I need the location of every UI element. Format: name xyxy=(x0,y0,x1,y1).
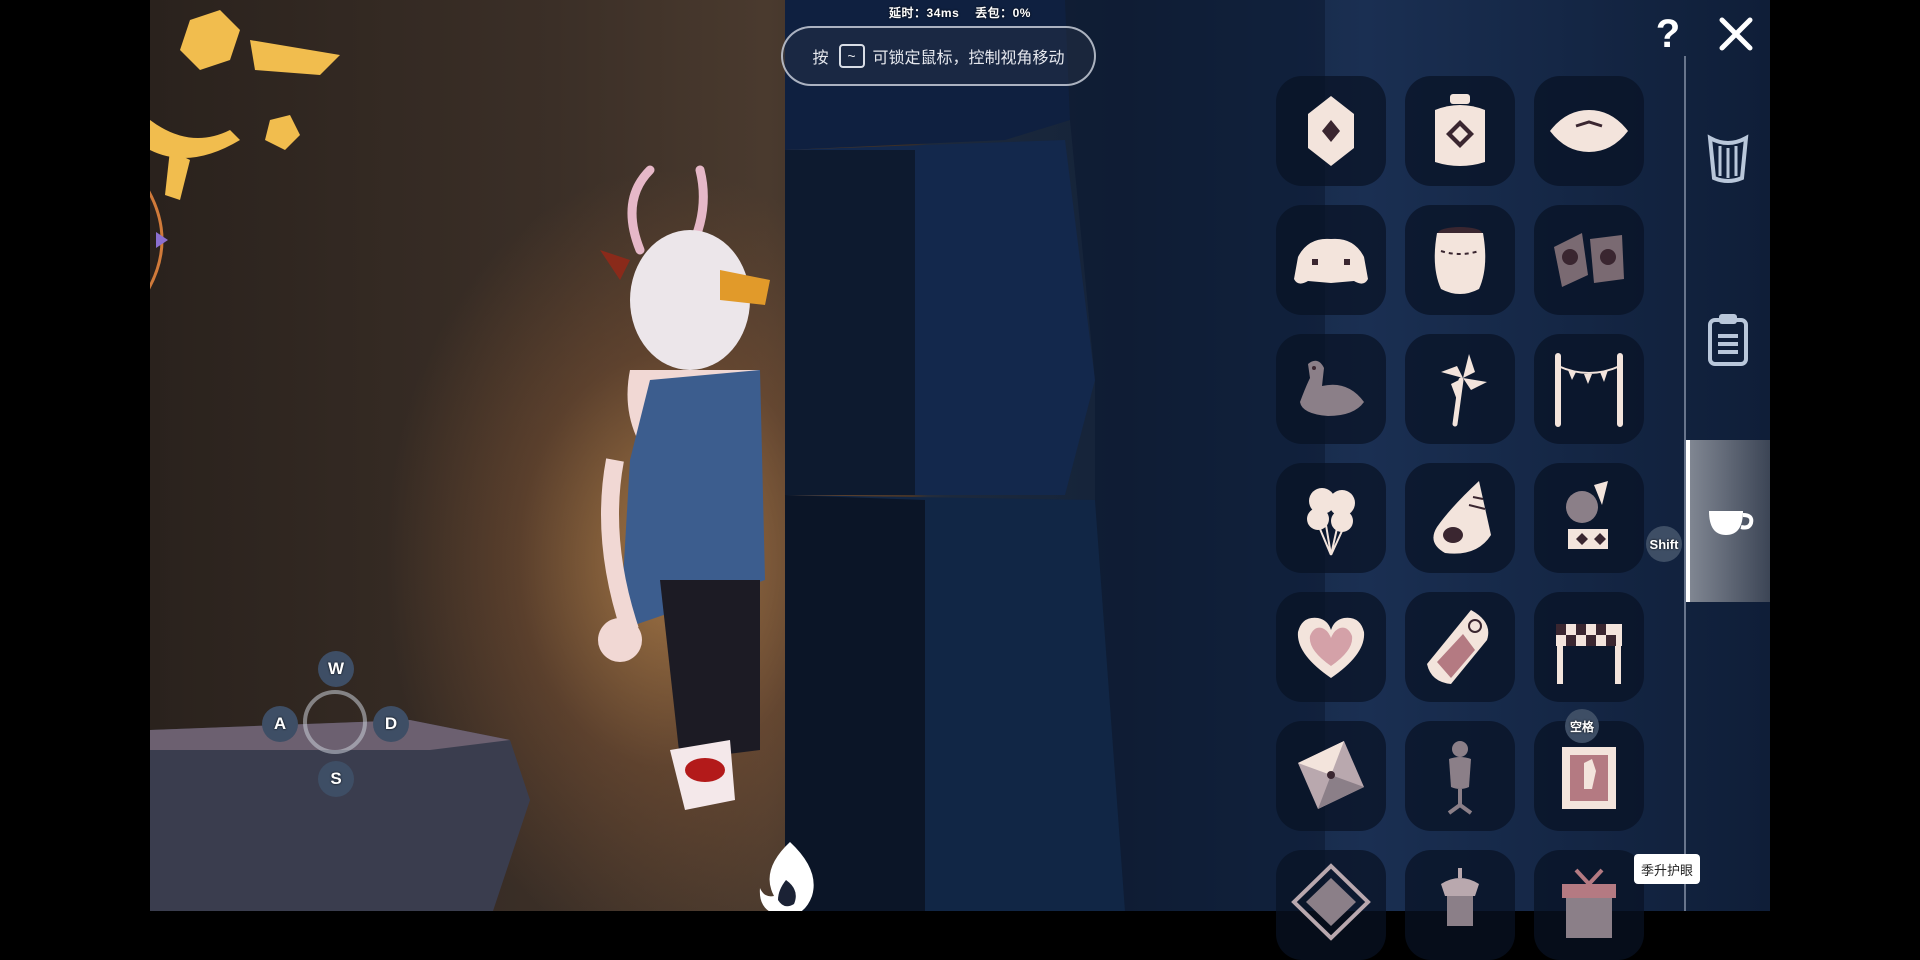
prop-slot-telescope[interactable] xyxy=(1534,463,1644,573)
finish-gate-icon xyxy=(1556,624,1622,684)
pinwheel-icon xyxy=(1441,354,1487,427)
side-arrow-decoration xyxy=(150,190,168,290)
prop-slot-heart[interactable] xyxy=(1276,592,1386,702)
bunting-icon xyxy=(1555,353,1623,427)
movement-joystick[interactable] xyxy=(303,690,367,754)
harp-icon xyxy=(1707,134,1749,183)
a-key-badge[interactable]: A xyxy=(262,706,298,742)
prop-slot-pinwheel[interactable] xyxy=(1405,334,1515,444)
tab-list[interactable] xyxy=(1686,286,1770,394)
game-scene[interactable] xyxy=(150,0,1770,911)
diamond-tag-icon xyxy=(1308,96,1354,166)
kite-icon xyxy=(1298,741,1364,809)
packet-loss-text: 丢包：0% xyxy=(975,6,1031,20)
prop-slot-conch[interactable] xyxy=(1405,463,1515,573)
prop-slot-balloons[interactable] xyxy=(1276,463,1386,573)
prop-slot-bunting[interactable] xyxy=(1534,334,1644,444)
prop-slot-speaker[interactable] xyxy=(1534,205,1644,315)
prop-slot-kite[interactable] xyxy=(1276,721,1386,831)
prop-slot-pot[interactable] xyxy=(1405,205,1515,315)
tab-props[interactable] xyxy=(1686,440,1770,602)
teacup-icon xyxy=(1709,511,1754,535)
eye-care-tooltip[interactable]: 季升护眼 xyxy=(1634,854,1700,884)
prop-slot-sled[interactable] xyxy=(1405,592,1515,702)
close-icon[interactable] xyxy=(1716,14,1756,54)
w-key-badge[interactable]: W xyxy=(318,651,354,687)
sun-glyph-decoration xyxy=(150,10,340,200)
prop-slot-mannequin[interactable] xyxy=(1405,721,1515,831)
potion-bottle-icon xyxy=(1435,94,1485,166)
d-key-badge[interactable]: D xyxy=(373,706,409,742)
gift-icon xyxy=(1562,868,1616,938)
prop-slot-lamp[interactable] xyxy=(1405,850,1515,960)
shift-key-badge: Shift xyxy=(1646,526,1682,562)
tab-instruments[interactable] xyxy=(1686,104,1770,212)
prop-slot-potion-bottle[interactable] xyxy=(1405,76,1515,186)
prop-slot-cushion[interactable] xyxy=(1534,76,1644,186)
prop-slot-finish-gate[interactable] xyxy=(1534,592,1644,702)
prop-slot-bird[interactable] xyxy=(1276,334,1386,444)
bird-icon xyxy=(1300,360,1364,416)
network-stats: 延时：34ms 丢包：0% xyxy=(0,4,1920,21)
picture-frame-icon xyxy=(1562,747,1616,809)
mannequin-icon xyxy=(1447,741,1473,815)
flame-icon[interactable] xyxy=(750,840,830,911)
prop-slot-diamond-tag[interactable] xyxy=(1276,76,1386,186)
cushion-icon xyxy=(1550,110,1628,152)
clipboard-icon xyxy=(1708,314,1748,366)
pot-icon xyxy=(1434,227,1486,294)
conch-icon xyxy=(1433,481,1491,554)
space-key-badge: 空格 xyxy=(1565,709,1599,743)
help-button[interactable]: ? xyxy=(1650,12,1686,56)
heart-icon xyxy=(1297,617,1365,678)
s-key-badge[interactable]: S xyxy=(318,761,354,797)
latency-text: 延时：34ms xyxy=(889,6,960,20)
telescope-icon xyxy=(1566,481,1608,549)
prop-slot-gift[interactable] xyxy=(1534,850,1644,960)
prop-slot-sigil[interactable] xyxy=(1276,850,1386,960)
tilde-key-icon: ~ xyxy=(838,44,865,68)
tent-icon xyxy=(1294,238,1368,284)
player-character xyxy=(598,165,770,810)
mouse-lock-hint: 按 ~ 可锁定鼠标，控制视角移动 xyxy=(781,26,1096,86)
prop-slot-tent[interactable] xyxy=(1276,205,1386,315)
stone-pillar xyxy=(785,0,1325,911)
speaker-icon xyxy=(1554,233,1624,287)
sled-icon xyxy=(1427,610,1489,684)
hint-prefix: 按 xyxy=(812,50,829,67)
lamp-icon xyxy=(1441,868,1479,926)
balloons-icon xyxy=(1307,488,1355,556)
sigil-icon xyxy=(1291,863,1371,941)
hint-text: 可锁定鼠标，控制视角移动 xyxy=(872,50,1065,67)
